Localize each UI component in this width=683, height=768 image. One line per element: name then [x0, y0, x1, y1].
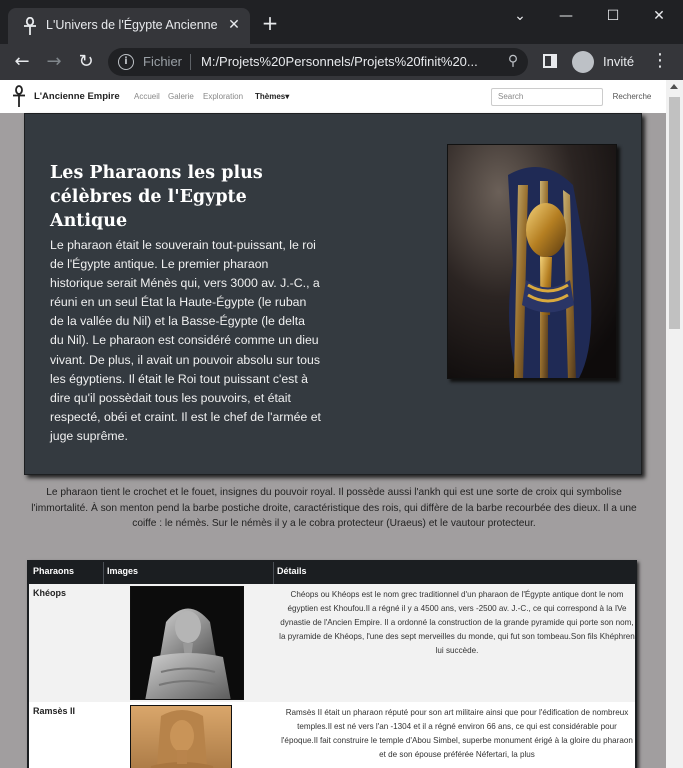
browser-tab-bar: L'Univers de l'Égypte Ancienne ✕ + ⌄ — ☐… — [0, 0, 683, 44]
omnibox-divider — [190, 54, 191, 70]
page-scrollbar[interactable] — [666, 80, 683, 768]
search-button[interactable]: Recherche — [606, 88, 658, 106]
profile-icon[interactable] — [572, 51, 594, 73]
intro-paragraph: Le pharaon tient le crochet et le fouet,… — [31, 487, 637, 529]
pharaoh-name: Khéops — [33, 588, 67, 598]
site-brand[interactable]: L'Ancienne Empire — [34, 91, 120, 102]
address-toolbar: ← → ↻ i Fichier M:/Projets%20Personnels/… — [0, 44, 683, 80]
hero-text: Le pharaon était le souverain tout-puiss… — [50, 238, 321, 443]
kheops-statue-image — [130, 586, 244, 700]
forward-icon[interactable]: → — [42, 50, 66, 74]
site-navbar: L'Ancienne Empire Accueil Galerie Explor… — [0, 80, 666, 113]
address-url[interactable]: M:/Projets%20Personnels/Projets%20finit%… — [201, 54, 478, 69]
tutankhamun-mask-image — [447, 144, 617, 379]
nav-link-accueil[interactable]: Accueil — [134, 92, 160, 101]
info-icon[interactable]: i — [118, 54, 134, 70]
table-row: Ramsès II Ramsès II était un pharaon rép… — [29, 702, 635, 768]
pharaoh-details: Ramsès II était un pharaon réputé pour s… — [281, 708, 633, 759]
ramses-statue-image — [130, 705, 232, 768]
pharaohs-table: Pharaons Images Détails Khéops Chéops ou… — [27, 560, 637, 768]
column-divider — [103, 562, 104, 584]
column-divider — [273, 562, 274, 584]
new-tab-button[interactable]: + — [260, 13, 280, 34]
table-row: Khéops Chéops ou Khéops est le nom grec … — [29, 584, 635, 702]
hero-title: Les Pharaons les plus célèbres de l'Egyp… — [50, 163, 263, 231]
tab-search-icon[interactable]: ⌄ — [505, 6, 535, 26]
nav-dropdown-themes[interactable]: Thèmes▾ — [255, 92, 289, 101]
search-input[interactable]: Search — [491, 88, 603, 106]
ankh-icon — [13, 85, 25, 107]
close-tab-icon[interactable]: ✕ — [226, 17, 242, 33]
back-icon[interactable]: ← — [10, 50, 34, 74]
tab-title: L'Univers de l'Égypte Ancienne — [46, 18, 218, 32]
hero-section: Les Pharaons les plus célèbres de l'Egyp… — [24, 113, 642, 475]
scrollbar-thumb[interactable] — [669, 97, 680, 329]
browser-tab[interactable]: L'Univers de l'Égypte Ancienne ✕ — [8, 8, 250, 44]
omnibox[interactable]: i Fichier M:/Projets%20Personnels/Projet… — [108, 48, 528, 76]
table-header-details: Détails — [277, 566, 307, 576]
pharaoh-details: Chéops ou Khéops est le nom grec traditi… — [279, 590, 635, 655]
pharaoh-name: Ramsès II — [33, 706, 76, 716]
nav-link-exploration[interactable]: Exploration — [203, 92, 243, 101]
menu-icon[interactable]: ⋮ — [650, 50, 670, 74]
address-scheme: Fichier — [143, 54, 183, 69]
close-window-button[interactable]: ✕ — [644, 6, 674, 26]
profile-label[interactable]: Invité — [603, 54, 634, 69]
nav-link-galerie[interactable]: Galerie — [168, 92, 194, 101]
page-viewport: L'Ancienne Empire Accueil Galerie Explor… — [0, 80, 666, 768]
ankh-icon — [24, 17, 36, 35]
minimize-button[interactable]: — — [551, 6, 581, 26]
reload-icon[interactable]: ↻ — [74, 50, 98, 74]
table-header-images: Images — [107, 566, 139, 576]
table-header-pharaons: Pharaons — [33, 566, 75, 576]
maximize-button[interactable]: ☐ — [598, 6, 628, 26]
scroll-up-arrow-icon[interactable] — [670, 84, 678, 89]
zoom-icon[interactable]: ⚲ — [504, 53, 522, 71]
side-panel-icon[interactable] — [543, 54, 557, 68]
